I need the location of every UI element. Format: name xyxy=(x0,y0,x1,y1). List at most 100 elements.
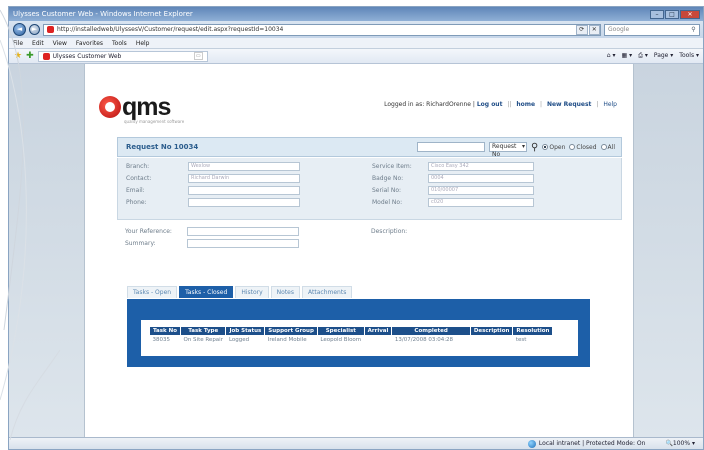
tab-label: Ulysses Customer Web xyxy=(52,52,122,60)
column-header[interactable]: Description xyxy=(469,326,514,336)
radio-closed-indicator[interactable] xyxy=(569,144,576,150)
back-icon[interactable]: ◄ xyxy=(13,23,26,36)
security-zone[interactable]: Local intranet | Protected Mode: On xyxy=(527,439,645,448)
menu-favorites[interactable]: Favorites xyxy=(76,40,103,47)
phone-label: Phone: xyxy=(126,199,147,206)
task-no-cell[interactable]: 38035 xyxy=(150,336,181,345)
new-request-link[interactable]: New Request xyxy=(547,101,592,108)
home-icon[interactable]: ⌂ ▾ xyxy=(607,52,616,60)
browser-viewport: qms quality management software Logged i… xyxy=(9,64,703,439)
menu-view[interactable]: View xyxy=(53,40,67,47)
close-button[interactable]: ✕ xyxy=(680,9,700,19)
column-header[interactable]: Resolution xyxy=(512,326,554,336)
your-reference-field[interactable] xyxy=(187,227,299,236)
serial-label: Serial No: xyxy=(372,187,402,194)
support-group-cell: Ireland Mobile xyxy=(267,337,307,343)
tab-favicon-icon xyxy=(42,52,50,60)
branch-field[interactable]: Wexlow xyxy=(188,162,300,171)
new-tab-icon[interactable]: ▭ xyxy=(193,52,203,60)
qms-logo[interactable]: qms quality management software xyxy=(99,95,184,124)
radio-closed[interactable]: Closed xyxy=(569,144,597,151)
request-search-input[interactable] xyxy=(417,142,486,152)
search-icon[interactable]: ⚲ xyxy=(688,26,699,33)
print-icon[interactable]: ⎙ ▾ xyxy=(638,52,648,60)
service-item-field[interactable]: Cisco Easy 342 xyxy=(428,162,534,171)
phone-field[interactable] xyxy=(188,198,300,207)
tools-menu[interactable]: Tools ▾ xyxy=(679,52,699,60)
menu-help[interactable]: Help xyxy=(136,40,150,47)
link-separator: | xyxy=(539,101,543,108)
menu-bar: File Edit View Favorites Tools Help xyxy=(9,38,703,49)
feeds-icon[interactable]: ▦ ▾ xyxy=(622,52,633,60)
tasks-table: Task No Task Type Job Status Support Gro… xyxy=(149,326,554,345)
request-search: Request No ⚲ Open Closed All xyxy=(417,142,615,158)
specialist-cell: Leopold Bloom xyxy=(320,337,362,343)
contact-field[interactable]: Richard Darwin xyxy=(188,174,300,183)
model-field[interactable]: c020 xyxy=(428,198,534,207)
help-link[interactable]: Help xyxy=(603,101,617,108)
top-links: Logged in as: RichardOrenne | Log out ||… xyxy=(384,101,617,108)
table-row[interactable]: 38035 On Site Repair Logged Ireland Mobi… xyxy=(150,336,553,345)
column-header[interactable]: Support Group xyxy=(264,326,318,336)
column-header[interactable]: Specialist xyxy=(316,326,365,336)
tab-attachments[interactable]: Attachments xyxy=(302,286,353,298)
site-favicon-icon xyxy=(47,26,54,33)
search-icon[interactable]: ⚲ xyxy=(531,142,538,153)
arrival-cell xyxy=(364,336,392,345)
tab-tasks-closed[interactable]: Tasks - Closed xyxy=(179,286,234,298)
intranet-globe-icon xyxy=(527,439,536,448)
description-label: Description: xyxy=(371,228,408,235)
page-menu[interactable]: Page ▾ xyxy=(654,52,673,60)
tab-tasks-open[interactable]: Tasks - Open xyxy=(127,286,178,298)
radio-open[interactable]: Open xyxy=(542,144,565,151)
tasks-closed-panel: Task No Task Type Job Status Support Gro… xyxy=(127,299,590,367)
address-url[interactable]: http://installedweb/UlyssesV/Customer/re… xyxy=(57,26,573,33)
search-placeholder[interactable]: Google xyxy=(608,26,688,33)
logout-link[interactable]: Log out xyxy=(477,101,503,108)
your-reference-label: Your Reference: xyxy=(125,228,172,235)
job-status-cell: Logged xyxy=(228,337,250,343)
tab-history[interactable]: History xyxy=(235,286,269,298)
service-item-label: Service Item: xyxy=(372,163,412,170)
badge-field[interactable]: 0004 xyxy=(428,174,534,183)
column-header[interactable]: Arrival xyxy=(363,326,393,336)
stop-icon[interactable]: ✕ xyxy=(588,24,600,35)
summary-field[interactable] xyxy=(187,239,299,248)
radio-all-indicator[interactable] xyxy=(600,144,607,150)
column-header[interactable]: Job Status xyxy=(225,326,266,336)
column-header[interactable]: Task Type xyxy=(179,326,227,336)
refresh-icon[interactable]: ⟳ xyxy=(576,24,588,35)
serial-field[interactable]: 010/00007 xyxy=(428,186,534,195)
radio-open-indicator[interactable] xyxy=(542,144,549,150)
link-separator: | xyxy=(596,101,599,108)
browser-window: Ulysses Customer Web - Windows Internet … xyxy=(8,6,704,450)
search-box[interactable]: Google ⚲ xyxy=(604,23,700,36)
logged-in-label: Logged in as: RichardOrenne | xyxy=(384,101,475,108)
address-row: ◄ ► http://installedweb/UlyssesV/Custome… xyxy=(9,21,703,38)
logo-subtext: quality management software xyxy=(124,119,185,124)
minimize-button[interactable]: – xyxy=(650,9,664,19)
column-header[interactable]: Completed xyxy=(391,326,471,336)
radio-open-label: Open xyxy=(549,143,566,151)
request-search-type-select[interactable]: Request No xyxy=(489,142,528,158)
menu-edit[interactable]: Edit xyxy=(32,40,44,47)
zoom-level[interactable]: 🔍100% ▾ xyxy=(665,440,695,447)
radio-all[interactable]: All xyxy=(600,144,615,151)
add-favorite-icon[interactable]: ✚ xyxy=(26,51,34,61)
maximize-button[interactable]: □ xyxy=(665,9,679,19)
link-separator: || xyxy=(507,101,512,108)
menu-tools[interactable]: Tools xyxy=(112,40,127,47)
menu-file[interactable]: File xyxy=(13,40,23,47)
address-bar[interactable]: http://installedweb/UlyssesV/Customer/re… xyxy=(43,23,601,36)
address-controls: ⟳ ✕ xyxy=(576,24,600,35)
badge-label: Badge No: xyxy=(372,175,404,182)
forward-icon[interactable]: ► xyxy=(29,24,40,35)
tab-notes[interactable]: Notes xyxy=(270,286,301,298)
email-field[interactable] xyxy=(188,186,300,195)
title-bar[interactable]: Ulysses Customer Web - Windows Internet … xyxy=(9,7,703,21)
favorites-star-icon[interactable]: ★ xyxy=(14,51,22,61)
completed-cell: 13/07/2008 03:04:28 xyxy=(394,337,454,343)
column-header[interactable]: Task No xyxy=(149,326,181,336)
browser-tab[interactable]: Ulysses Customer Web ▭ xyxy=(37,50,208,62)
home-link[interactable]: home xyxy=(516,101,535,108)
